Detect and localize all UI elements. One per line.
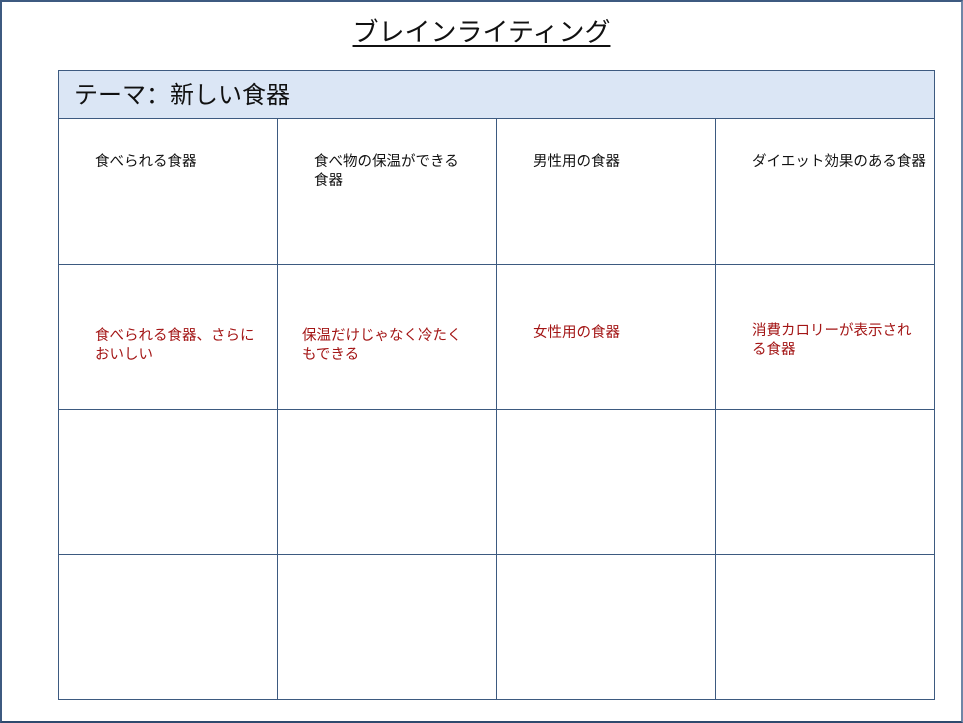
idea-text: 食べられる食器 [95,154,197,170]
idea-cell-r1-c4[interactable]: ダイエット効果のある食器 [716,119,934,265]
idea-cell-r4-c1[interactable] [59,555,278,699]
idea-text: 保温だけじゃなく冷たく もできる [302,328,462,363]
idea-text: 食べられる食器、さらに おいしい [95,328,255,363]
idea-cell-r3-c1[interactable] [59,410,278,555]
brainwriting-sheet: テーマ：新しい食器 食べられる食器 食べ物の保温ができる 食器 男性用の食器 ダ… [58,70,935,700]
idea-cell-r1-c3[interactable]: 男性用の食器 [497,119,716,265]
theme-header: テーマ：新しい食器 [59,71,934,119]
idea-text: 消費カロリーが表示され る食器 [752,323,912,358]
idea-cell-r3-c4[interactable] [716,410,934,555]
idea-cell-r1-c2[interactable]: 食べ物の保温ができる 食器 [278,119,497,265]
idea-text: 男性用の食器 [533,154,620,170]
page-title-text: ブレインライティング [352,18,611,48]
idea-grid: 食べられる食器 食べ物の保温ができる 食器 男性用の食器 ダイエット効果のある食… [59,119,934,699]
idea-text: 女性用の食器 [533,325,620,341]
idea-text: 食べ物の保温ができる 食器 [314,154,459,189]
idea-cell-r4-c4[interactable] [716,555,934,699]
idea-cell-r2-c2[interactable]: 保温だけじゃなく冷たく もできる [278,265,497,410]
idea-cell-r2-c3[interactable]: 女性用の食器 [497,265,716,410]
idea-cell-r1-c1[interactable]: 食べられる食器 [59,119,278,265]
idea-cell-r2-c1[interactable]: 食べられる食器、さらに おいしい [59,265,278,410]
idea-text: ダイエット効果のある食器 [752,154,926,170]
idea-cell-r4-c3[interactable] [497,555,716,699]
idea-cell-r2-c4[interactable]: 消費カロリーが表示され る食器 [716,265,934,410]
idea-cell-r3-c3[interactable] [497,410,716,555]
page-title: ブレインライティング [0,16,963,50]
idea-cell-r3-c2[interactable] [278,410,497,555]
idea-cell-r4-c2[interactable] [278,555,497,699]
